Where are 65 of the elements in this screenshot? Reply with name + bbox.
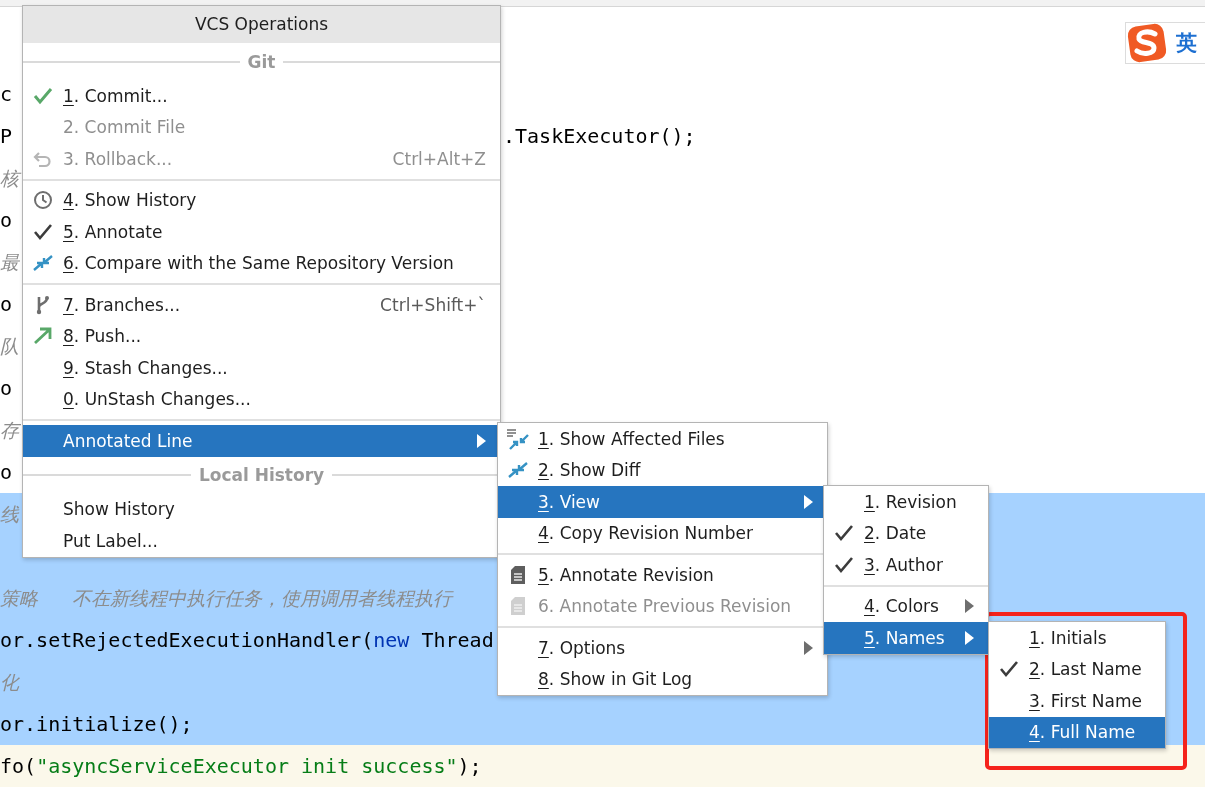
menu-item[interactable]: 0. UnStash Changes... [23,383,500,415]
menu-item[interactable]: 1. Commit... [23,80,500,112]
shortcut-text: Ctrl+Shift+` [380,294,486,315]
code-text: c [0,82,13,106]
menu-item[interactable]: 8. Push... [23,320,500,352]
menu-item[interactable]: 5. Names [824,622,988,654]
submenu-arrow-icon [804,494,813,509]
arrows-icon [32,253,54,274]
code-comment: 策略 不在新线程中执行任务，使用调用者线程执行 [0,587,453,609]
code-text: o [0,292,13,316]
submenu-arrow-icon [965,599,974,614]
menu-item[interactable]: 4. Copy Revision Number [498,517,827,549]
menu-item[interactable]: 8. Show in Git Log [498,663,827,695]
submenu-arrow-icon [477,433,486,448]
menu-item[interactable]: 2. Show Diff [498,454,827,486]
code-comment: 最 [0,251,19,273]
undo-icon [33,149,53,168]
code-text: or.setRejectedExecutionHandler(new Thread [0,628,494,652]
menu-item[interactable]: Put Label... [23,525,500,557]
menu-item[interactable]: 4. Full Name [989,716,1165,748]
menu-item[interactable]: 5. Annotate Revision [498,559,827,591]
menu-item[interactable]: Annotated Line [23,425,500,457]
menu-item[interactable]: 3. First Name [989,685,1165,717]
arrow-icon [33,327,53,346]
menu-item[interactable]: 5. Annotate [23,216,500,248]
menu-item[interactable]: 7. Options [498,632,827,664]
checkmark-icon [33,222,53,241]
menu-item[interactable]: 2. Last Name [989,653,1165,685]
code-comment: 化 [0,671,19,693]
checkmark-icon [33,86,53,105]
menu-item[interactable]: 2. Date [824,517,988,549]
menu-item[interactable]: 6. Compare with the Same Repository Version [23,247,500,279]
code-text: P [0,124,13,148]
code-comment: 存 [0,419,19,441]
code-comment: 队 [0,335,19,357]
code-comment: 线 [0,503,19,525]
menu-item[interactable]: 3. Author [824,549,988,581]
code-text: o [0,208,13,232]
menu-item[interactable]: 1. Revision [824,486,988,518]
submenu-arrow-icon [804,640,813,655]
arrows-icon [507,460,529,481]
submenu-arrow-icon [965,630,974,645]
code-text: o [0,460,13,484]
menu-item[interactable]: 9. Stash Changes... [23,352,500,384]
files-arrows-icon [506,427,530,450]
section-header: Local History [198,465,325,485]
code-text: fo("asyncServiceExecutor init success"); [0,754,482,778]
branch-icon [34,294,52,315]
menu-item[interactable]: 7. Branches... Ctrl+Shift+` [23,289,500,321]
menu-item[interactable]: 1. Initials [989,622,1165,654]
code-text: or.initialize(); [0,712,193,736]
shortcut-text: Ctrl+Alt+Z [392,148,486,169]
document-icon [510,564,526,585]
code-text: .TaskExecutor(); [503,123,696,150]
menu-item[interactable]: 4. Colors [824,590,988,622]
menu-item[interactable]: 4. Show History [23,184,500,216]
logo-icon [1126,22,1168,64]
code-text: o [0,376,13,400]
clock-icon [33,190,53,211]
input-method-indicator[interactable]: 英 [1125,22,1205,64]
menu-item[interactable]: Show History [23,493,500,525]
section-header: Git [247,51,276,72]
menu-item[interactable]: 1. Show Affected Files [498,423,827,455]
document-icon [510,596,526,617]
menu-title: VCS Operations [23,6,500,43]
